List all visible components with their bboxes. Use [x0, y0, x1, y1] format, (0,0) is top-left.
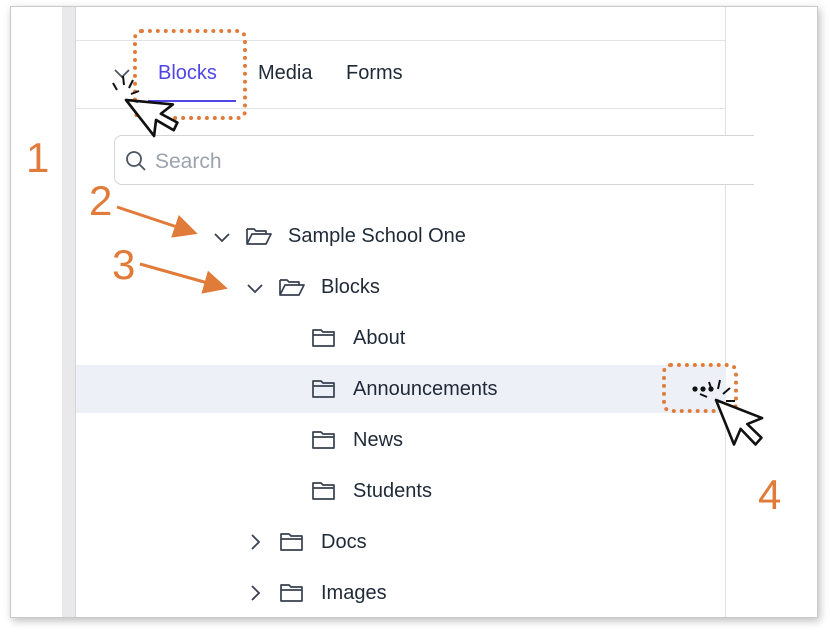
folder-icon [312, 482, 335, 500]
tree-item-label: News [353, 429, 404, 451]
highlight-box-more-button [662, 363, 738, 413]
step-3-label: 3 [112, 241, 136, 288]
left-panel-strip [62, 7, 76, 617]
tree-item-announcements[interactable]: Announcements [76, 365, 726, 413]
highlight-box-blocks-tab [133, 29, 247, 120]
folder-open-icon [279, 279, 305, 296]
tree-item-label: Docs [321, 531, 367, 553]
tree-item-blocks[interactable]: Blocks [76, 263, 726, 311]
search-input[interactable]: Search [114, 135, 754, 185]
search-placeholder: Search [155, 150, 222, 173]
step-1-label: 1 [26, 134, 50, 181]
collapse-chevron-icon[interactable] [112, 63, 132, 83]
step-4-label: 4 [758, 471, 782, 518]
tree-item-label: Students [353, 480, 432, 502]
tree-item-images[interactable]: Images [76, 569, 726, 617]
tree-item-sample-school-one[interactable]: Sample School One [76, 212, 726, 260]
tree-item-label: Sample School One [288, 225, 466, 247]
folder-icon [280, 584, 303, 602]
search-icon [126, 151, 146, 171]
chevron-right-icon[interactable] [246, 533, 264, 551]
chevron-down-icon[interactable] [246, 279, 264, 297]
screenshot-frame: Blocks Media Forms Search Sample School … [10, 6, 818, 618]
folder-open-icon [246, 228, 272, 245]
tree-item-students[interactable]: Students [76, 467, 726, 515]
step-2-label: 2 [89, 177, 113, 224]
tree-item-label: Images [321, 582, 387, 604]
tree-item-label: Announcements [353, 378, 498, 400]
folder-icon [312, 329, 335, 347]
tree-item-label: About [353, 327, 406, 349]
folder-icon [312, 380, 335, 398]
tree-item-news[interactable]: News [76, 416, 726, 464]
tree-item-about[interactable]: About [76, 314, 726, 362]
folder-icon [312, 431, 335, 449]
chevron-right-icon[interactable] [246, 584, 264, 602]
folder-icon [280, 533, 303, 551]
chevron-down-icon[interactable] [213, 228, 231, 246]
tree-item-docs[interactable]: Docs [76, 518, 726, 566]
tree-item-label: Blocks [321, 276, 380, 298]
tab-media[interactable]: Media [258, 62, 312, 85]
tab-forms[interactable]: Forms [346, 62, 403, 85]
